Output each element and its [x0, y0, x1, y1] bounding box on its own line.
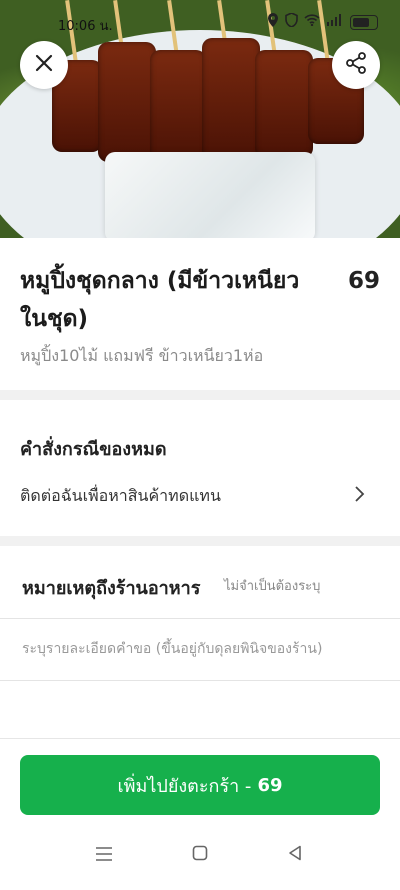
close-icon	[35, 54, 53, 76]
location-icon	[267, 13, 279, 31]
bottom-bar: เพิ่มไปยังตะกร้า -69	[0, 738, 400, 890]
shield-icon	[285, 12, 298, 31]
add-to-cart-price: 69	[257, 774, 283, 796]
restaurant-note-card: หมายเหตุถึงร้านอาหาร ไม่จำเป็นต้องระบุ	[0, 546, 400, 738]
share-button[interactable]	[332, 41, 380, 89]
divider	[0, 680, 400, 681]
signal-icon	[326, 14, 344, 30]
item-description: หมูปิ้ง10ไม้ แถมฟรี ข้าวเหนียว1ห่อ	[20, 346, 264, 365]
item-title: หมูปิ้งชุดกลาง (มีข้าวเหนียวในชุด)	[20, 268, 300, 332]
out-of-stock-heading: คำสั่งกรณีของหมด	[20, 439, 167, 460]
back-icon[interactable]	[288, 845, 302, 866]
item-info-card: หมูปิ้งชุดกลาง (มีข้าวเหนียวในชุด) 69 หม…	[0, 238, 400, 390]
share-icon	[345, 52, 367, 78]
battery-icon	[350, 14, 378, 30]
out-of-stock-option[interactable]: ติดต่อฉันเพื่อหาสินค้าทดแทน	[0, 476, 400, 516]
close-button[interactable]	[20, 41, 68, 89]
wifi-icon	[304, 14, 320, 30]
status-time: 10:06 น.	[58, 19, 113, 34]
note-optional-label: ไม่จำเป็นต้องระบุ	[224, 579, 321, 594]
status-bar: 10:06 น.	[0, 10, 400, 36]
system-navigation-bar	[0, 837, 400, 887]
item-price: 69	[347, 268, 380, 294]
item-photo: 10:06 น.	[0, 0, 400, 238]
note-heading: หมายเหตุถึงร้านอาหาร	[22, 578, 201, 599]
add-to-cart-label: เพิ่มไปยังตะกร้า -	[117, 775, 252, 797]
add-to-cart-button[interactable]: เพิ่มไปยังตะกร้า -69	[20, 755, 380, 815]
home-icon[interactable]	[192, 845, 208, 866]
out-of-stock-card: คำสั่งกรณีของหมด ติดต่อฉันเพื่อหาสินค้าท…	[0, 400, 400, 536]
menu-icon[interactable]	[95, 845, 113, 866]
chevron-right-icon	[354, 484, 366, 508]
note-input[interactable]	[0, 619, 400, 679]
out-of-stock-option-label: ติดต่อฉันเพื่อหาสินค้าทดแทน	[20, 486, 221, 505]
sticky-rice-bag	[105, 152, 315, 238]
